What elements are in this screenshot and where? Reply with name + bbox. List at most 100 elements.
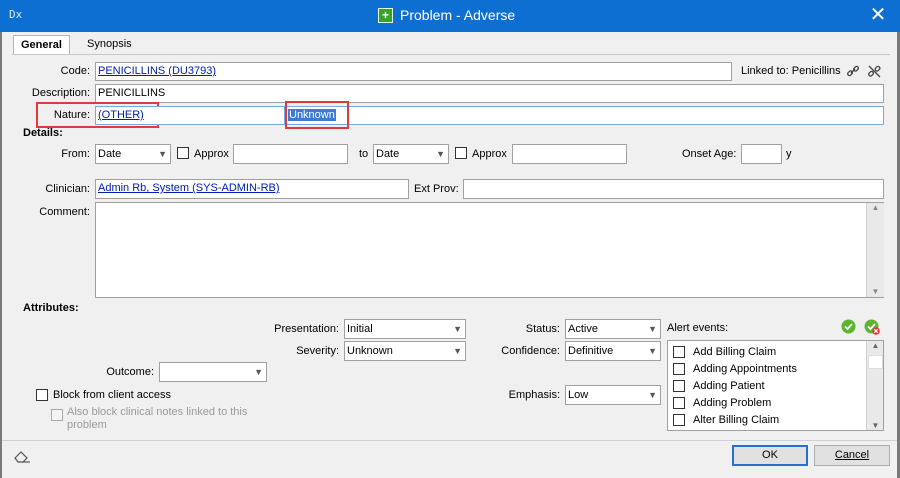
from-label: From: <box>61 148 90 160</box>
alert-event-checkbox[interactable] <box>673 362 685 375</box>
comment-scrollbar[interactable]: ▲ ▼ <box>866 203 884 297</box>
clinician-field[interactable]: Admin Rb, System (SYS-ADMIN-RB) <box>95 179 409 199</box>
chevron-down-icon: ▼ <box>648 390 657 400</box>
emphasis-select[interactable]: Low ▼ <box>565 385 661 405</box>
details-heading: Details: <box>23 127 63 139</box>
alert-event-label: Add Billing Claim <box>693 345 777 358</box>
from-date-select[interactable]: Date ▼ <box>95 144 171 164</box>
link-icon[interactable] <box>846 64 860 78</box>
to-label: to <box>359 148 369 160</box>
severity-select[interactable]: Unknown ▼ <box>344 341 466 361</box>
block-client-access-checkbox[interactable] <box>36 389 48 401</box>
code-label: Code: <box>60 65 90 77</box>
chevron-down-icon: ▼ <box>453 346 462 356</box>
cancel-button[interactable]: Cancel <box>814 445 890 466</box>
eraser-icon[interactable] <box>13 449 31 463</box>
onset-age-label: Onset Age: <box>682 148 737 160</box>
close-icon[interactable]: ✕ <box>866 4 890 26</box>
chevron-down-icon: ▼ <box>158 149 167 159</box>
list-item[interactable]: Adding Patient <box>668 377 883 394</box>
description-field[interactable]: PENICILLINS <box>95 84 884 103</box>
chevron-down-icon: ▼ <box>453 324 462 334</box>
alert-event-label: Alter Billing Claim <box>693 413 780 426</box>
ext-prov-label: Ext Prov: <box>414 183 459 195</box>
add-problem-icon: + <box>378 7 393 23</box>
list-item[interactable]: Adding Problem <box>668 394 883 411</box>
approx-checkbox[interactable] <box>177 147 189 159</box>
left-window-edge <box>0 32 2 478</box>
comment-textarea[interactable] <box>95 202 884 298</box>
list-item[interactable]: Adding Appointments <box>668 360 883 377</box>
title-bar: Dx + Problem - Adverse ✕ <box>0 0 900 32</box>
scroll-down-icon[interactable]: ▼ <box>867 421 883 430</box>
confidence-select[interactable]: Definitive ▼ <box>565 341 661 361</box>
approx-to-label: Approx <box>472 148 507 160</box>
outcome-label: Outcome: <box>106 366 154 378</box>
tab-general[interactable]: General <box>13 35 70 55</box>
chevron-down-icon: ▼ <box>436 149 445 159</box>
nature-detail-field[interactable]: Unknown <box>285 106 884 125</box>
nature-link[interactable]: (OTHER) <box>98 109 144 121</box>
emphasis-label: Emphasis: <box>508 389 560 401</box>
ok-button[interactable]: OK <box>732 445 808 466</box>
status-value: Active <box>568 323 598 335</box>
chevron-down-icon: ▼ <box>254 367 263 377</box>
also-block-notes-label: Also block clinical notes linked to this… <box>67 406 248 431</box>
scroll-up-icon[interactable]: ▲ <box>867 341 883 350</box>
to-date-select[interactable]: Date ▼ <box>373 144 449 164</box>
alert-event-checkbox[interactable] <box>673 396 685 409</box>
check-all-icon[interactable] <box>841 319 856 334</box>
chevron-down-icon: ▼ <box>648 324 657 334</box>
scroll-down-icon[interactable]: ▼ <box>867 287 884 296</box>
alert-event-label: Adding Appointments <box>693 362 797 375</box>
approx-to-checkbox[interactable] <box>455 147 467 159</box>
comment-label: Comment: <box>39 206 90 218</box>
also-block-notes-checkbox[interactable] <box>51 409 63 421</box>
onset-age-unit: y <box>786 148 792 160</box>
chevron-down-icon: ▼ <box>648 346 657 356</box>
list-item[interactable]: Alter Billing Claim <box>668 411 883 428</box>
nature-label: Nature: <box>53 109 90 121</box>
to-approx-field[interactable] <box>512 144 627 164</box>
alert-events-list: Add Billing Claim Adding Appointments Ad… <box>667 340 884 431</box>
from-approx-field[interactable] <box>233 144 348 164</box>
alert-events-label: Alert events: <box>667 322 729 334</box>
alert-events-scrollbar[interactable]: ▲ ▼ <box>866 341 883 430</box>
scroll-up-icon[interactable]: ▲ <box>867 203 884 212</box>
nature-field[interactable]: (OTHER) <box>95 106 285 125</box>
from-date-value: Date <box>98 148 122 160</box>
approx-label: Approx <box>194 148 229 160</box>
nature-detail-highlight-box <box>285 101 349 129</box>
clinician-label: Clinician: <box>45 183 90 195</box>
tab-synopsis[interactable]: Synopsis <box>80 35 139 53</box>
linked-to-text: Linked to: Penicillins <box>741 65 841 77</box>
outcome-select[interactable]: ▼ <box>159 362 267 382</box>
scroll-thumb[interactable] <box>868 355 883 369</box>
block-client-access-label: Block from client access <box>53 389 171 401</box>
code-link[interactable]: PENICILLINS (DU3793) <box>98 65 216 77</box>
severity-label: Severity: <box>296 345 339 357</box>
alert-event-checkbox[interactable] <box>673 345 685 358</box>
to-date-value: Date <box>376 148 400 160</box>
window-title-group: + Problem - Adverse <box>378 7 515 23</box>
presentation-select[interactable]: Initial ▼ <box>344 319 466 339</box>
attributes-heading: Attributes: <box>23 302 79 314</box>
clinician-link[interactable]: Admin Rb, System (SYS-ADMIN-RB) <box>98 182 280 194</box>
presentation-label: Presentation: <box>274 323 339 335</box>
severity-value: Unknown <box>347 345 393 357</box>
presentation-value: Initial <box>347 323 373 335</box>
alert-event-label: Adding Patient <box>693 379 765 392</box>
code-field[interactable]: PENICILLINS (DU3793) <box>95 62 732 81</box>
status-select[interactable]: Active ▼ <box>565 319 661 339</box>
status-label: Status: <box>525 323 560 335</box>
alert-event-checkbox[interactable] <box>673 379 685 392</box>
alert-event-checkbox[interactable] <box>673 413 685 426</box>
list-item[interactable]: Add Billing Claim <box>668 343 883 360</box>
footer-divider <box>2 440 897 441</box>
ext-prov-field[interactable] <box>463 179 884 199</box>
window-title: Problem - Adverse <box>400 7 516 23</box>
description-label: Description: <box>31 87 90 99</box>
onset-age-field[interactable] <box>741 144 782 164</box>
unlink-icon[interactable] <box>867 64 882 79</box>
uncheck-all-icon[interactable] <box>864 319 880 335</box>
